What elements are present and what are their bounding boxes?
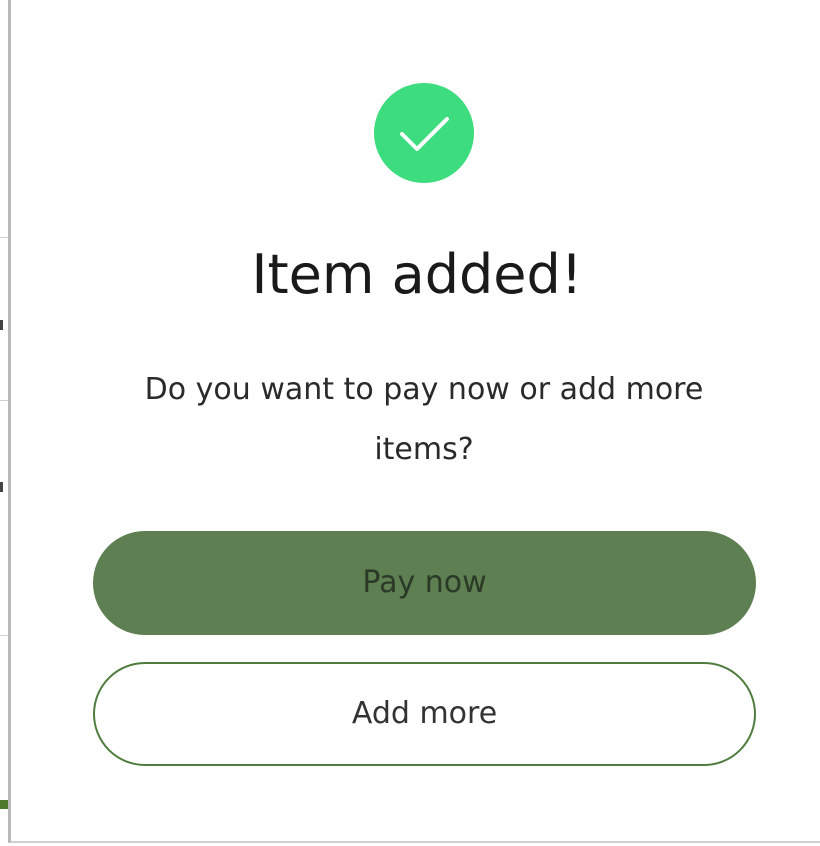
success-badge — [374, 83, 474, 183]
background-glyph — [0, 320, 3, 330]
pay-now-button[interactable]: Pay now — [93, 531, 756, 635]
background-page-edge — [0, 0, 9, 846]
background-glyph — [0, 482, 3, 492]
dialog-title: Item added! — [251, 243, 583, 306]
item-added-dialog: Item added! Do you want to pay now or ad… — [8, 0, 820, 843]
background-accent — [0, 800, 8, 809]
dialog-message: Do you want to pay now or add more items… — [144, 372, 704, 467]
checkmark-icon — [400, 117, 449, 151]
add-more-button[interactable]: Add more — [93, 662, 756, 766]
